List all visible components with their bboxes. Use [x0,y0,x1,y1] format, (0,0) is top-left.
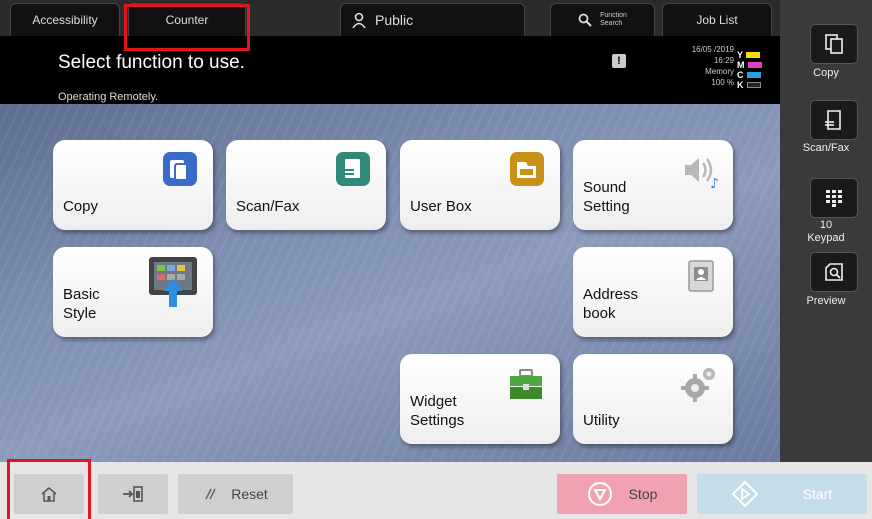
tab-function-search[interactable]: Function Search [550,3,655,36]
status-date: 16/05 /2019 [691,45,734,54]
tile-copy[interactable]: Copy [53,140,213,230]
sidebar-preview-label: Preview [806,295,846,307]
toner-c: C [737,70,762,80]
speaker-icon: ♪ [685,158,719,192]
start-icon [731,481,758,507]
basic-style-icon [149,257,197,307]
function-menu: Copy Scan/Fax User Box ♪ Sound Setting B… [0,104,780,462]
start-button[interactable]: Start [697,474,867,514]
keypad-icon [826,190,842,207]
sidebar-scan-fax-label: Scan/Fax [802,142,850,154]
copy-icon [163,152,197,186]
sidebar-keypad-label: 10 Keypad [807,219,845,244]
search-icon [578,13,592,27]
user-icon [352,12,366,28]
tile-user-box[interactable]: User Box [400,140,560,230]
sidebar-copy-label: Copy [813,67,839,79]
gear-icon [681,368,715,402]
tab-public[interactable]: Public [340,3,525,36]
memory-label: Memory [705,67,734,76]
copy-icon [825,34,843,54]
address-book-icon [688,260,714,292]
tile-scan-fax[interactable]: Scan/Fax [226,140,386,230]
status-header: Select function to use. Operating Remote… [0,36,780,104]
sidebar-preview-button[interactable] [810,252,858,292]
status-time: 16:29 [713,56,734,65]
svg-text:♪: ♪ [710,176,719,192]
access-button[interactable] [98,474,168,514]
sidebar-keypad-button[interactable] [810,178,858,218]
memory-value: 100 % [711,78,734,87]
tile-utility[interactable]: Utility [573,354,733,444]
reset-icon [205,488,216,500]
status-message: Operating Remotely. [58,91,159,103]
logout-icon [123,486,143,502]
status-info: 16/05 /2019 16:29 Memory 100 % [640,44,734,88]
alert-icon[interactable]: ! [612,54,626,68]
tile-widget-settings[interactable]: Widget Settings [400,354,560,444]
home-highlight [7,459,91,519]
stop-button[interactable]: Stop [557,474,687,514]
preview-icon [825,263,843,281]
toner-m: M [737,60,762,70]
toolbox-icon [510,369,542,399]
user-box-icon [510,152,544,186]
stop-icon [587,482,612,506]
counter-highlight [124,4,250,51]
tab-accessibility[interactable]: Accessibility [10,3,120,36]
reset-button[interactable]: Reset [178,474,293,514]
sidebar-scan-fax-button[interactable] [810,100,858,140]
tile-address-book[interactable]: Address book [573,247,733,337]
scan-fax-icon [336,152,370,186]
tile-sound-setting[interactable]: ♪ Sound Setting [573,140,733,230]
tile-basic-style[interactable]: Basic Style [53,247,213,337]
top-tab-bar: Accessibility Counter Public Function Sea… [0,0,780,36]
toner-levels: Y M C K [737,50,762,90]
function-search-label: Function Search [600,12,627,27]
page-title: Select function to use. [58,52,245,73]
sidebar-copy-button[interactable] [810,24,858,64]
toner-k: K [737,80,762,90]
scan-fax-icon [825,110,841,130]
tab-job-list[interactable]: Job List [662,3,772,36]
toner-y: Y [737,50,762,60]
